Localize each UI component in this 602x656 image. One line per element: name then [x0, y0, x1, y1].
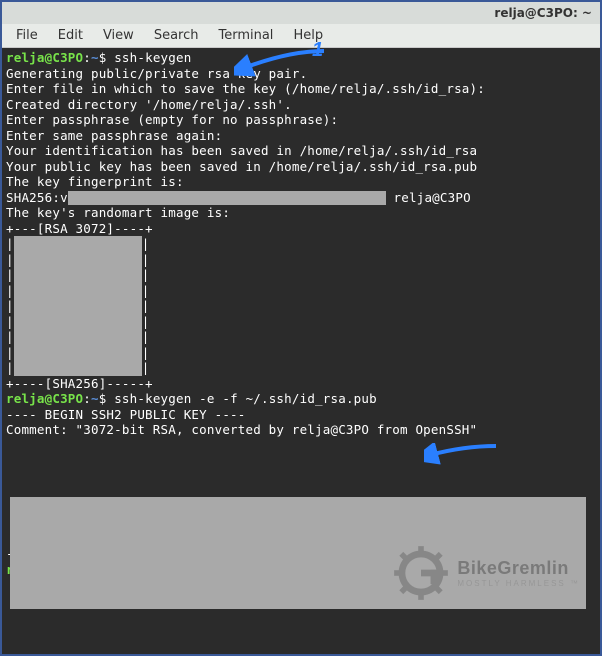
prompt-line-2: relja@C3PO:~$ ssh-keygen -e -f ~/.ssh/id…: [6, 391, 596, 407]
randomart-row: ||: [6, 298, 596, 314]
output-line: Enter passphrase (empty for no passphras…: [6, 112, 596, 128]
annotation-number-1: 1: [312, 39, 323, 62]
watermark-name: BikeGremlin: [457, 558, 580, 579]
menu-terminal[interactable]: Terminal: [208, 26, 283, 45]
randomart-row: ||: [6, 314, 596, 330]
ssh2-comment: Comment: "3072-bit RSA, converted by rel…: [6, 422, 596, 438]
menu-file[interactable]: File: [6, 26, 48, 45]
gear-g-icon: [393, 545, 449, 601]
output-line: Enter file in which to save the key (/ho…: [6, 81, 596, 97]
prompt-line-1: relja@C3PO:~$ ssh-keygen: [6, 50, 596, 66]
menu-edit[interactable]: Edit: [48, 26, 93, 45]
menu-view[interactable]: View: [93, 26, 144, 45]
output-line: Enter same passphrase again:: [6, 128, 596, 144]
randomart-row: ||: [6, 345, 596, 361]
randomart-row: ||: [6, 360, 596, 376]
window-titlebar: relja@C3PO: ~: [2, 2, 600, 24]
menu-help[interactable]: Help: [283, 26, 333, 45]
ssh2-begin: ---- BEGIN SSH2 PUBLIC KEY ----: [6, 407, 596, 423]
randomart-row: ||: [6, 283, 596, 299]
ssh2-body: [6, 453, 596, 469]
menu-search[interactable]: Search: [144, 26, 209, 45]
output-line: Generating public/private rsa key pair.: [6, 66, 596, 82]
randomart-header: The key's randomart image is:: [6, 205, 596, 221]
ssh2-body: [6, 469, 596, 485]
randomart-row: ||: [6, 267, 596, 283]
watermark-text: BikeGremlin MOSTLY HARMLESS ™: [457, 558, 580, 588]
output-line: Your identification has been saved in /h…: [6, 143, 596, 159]
ssh2-body: [6, 438, 596, 454]
randomart-top: +---[RSA 3072]----+: [6, 221, 596, 237]
watermark-logo: BikeGremlin MOSTLY HARMLESS ™: [393, 545, 580, 601]
randomart-row: ||: [6, 252, 596, 268]
output-line: The key fingerprint is:: [6, 174, 596, 190]
fingerprint-line: SHA256:v relja@C3PO: [6, 190, 596, 206]
output-line: Your public key has been saved in /home/…: [6, 159, 596, 175]
output-line: Created directory '/home/relja/.ssh'.: [6, 97, 596, 113]
window-title: relja@C3PO: ~: [494, 6, 592, 20]
watermark-tagline: MOSTLY HARMLESS ™: [457, 579, 580, 588]
randomart-row: ||: [6, 329, 596, 345]
menu-bar: File Edit View Search Terminal Help: [2, 24, 600, 48]
randomart-row: ||: [6, 236, 596, 252]
randomart-bottom: +----[SHA256]-----+: [6, 376, 596, 392]
